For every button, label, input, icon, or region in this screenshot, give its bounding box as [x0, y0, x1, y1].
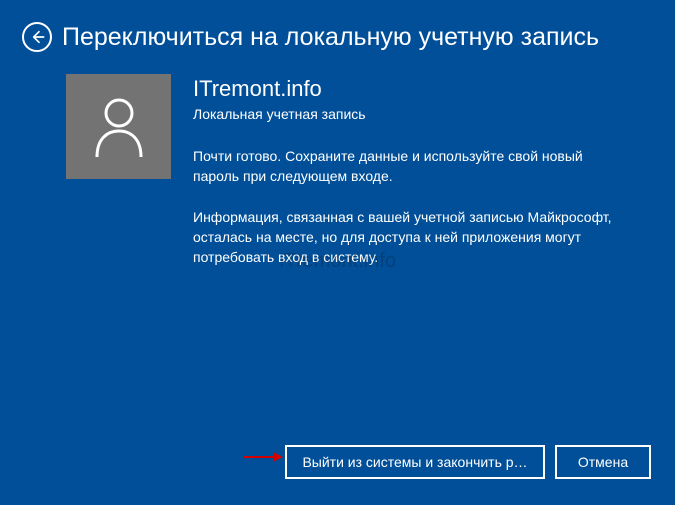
signout-button[interactable]: Выйти из системы и закончить р…: [285, 445, 545, 479]
page-title: Переключиться на локальную учетную запис…: [62, 23, 599, 52]
arrow-right-icon: [241, 450, 283, 464]
arrow-left-icon: [29, 29, 45, 45]
account-info: ITremont.info Локальная учетная запись П…: [193, 74, 645, 287]
user-icon: [91, 95, 147, 159]
account-name: ITremont.info: [193, 76, 645, 102]
annotation-arrow: [241, 450, 283, 469]
back-button[interactable]: [22, 22, 52, 52]
dialog-footer: Выйти из системы и закончить р… Отмена: [285, 445, 651, 479]
description-2: Информация, связанная с вашей учетной за…: [193, 207, 613, 268]
cancel-button[interactable]: Отмена: [555, 445, 651, 479]
content-area: ITremont.info Локальная учетная запись П…: [0, 52, 675, 287]
description-1: Почти готово. Сохраните данные и использ…: [193, 146, 613, 187]
avatar: [66, 74, 171, 179]
dialog-header: Переключиться на локальную учетную запис…: [0, 0, 675, 52]
account-type: Локальная учетная запись: [193, 106, 645, 122]
